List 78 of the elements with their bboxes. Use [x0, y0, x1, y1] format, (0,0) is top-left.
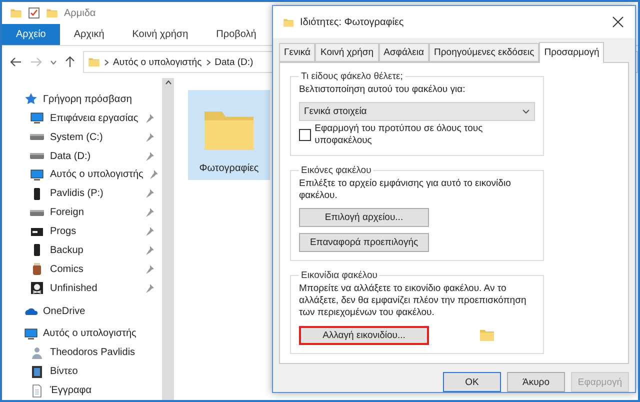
pin-icon[interactable] — [145, 132, 154, 142]
field-label: Βελτιστοποίηση αυτού του φακέλου για: — [299, 84, 466, 96]
group-title: Εικονίδια φακέλου — [300, 270, 378, 281]
monitor-icon — [24, 326, 38, 341]
pin-icon[interactable] — [145, 246, 154, 255]
ribbon-tab[interactable]: Προβολή — [202, 24, 270, 45]
properties-icon[interactable] — [28, 7, 40, 19]
sidebar-item[interactable]: Foreign — [2, 203, 162, 222]
dialog-tab[interactable]: Προσαρμογή — [539, 42, 604, 63]
pin-icon[interactable] — [145, 264, 154, 274]
breadcrumb-item[interactable]: Data (D:) — [214, 56, 254, 68]
skull-icon — [30, 281, 44, 296]
pin-icon[interactable] — [145, 152, 154, 161]
dialog-tab[interactable]: Προηγούμενες εκδόσεις — [429, 43, 540, 62]
new-folder-icon — [46, 7, 58, 19]
film-icon — [30, 364, 44, 379]
sidebar-item[interactable]: Progs — [2, 222, 162, 241]
group-title: Εικόνες φακέλου — [300, 165, 372, 176]
folder-icon — [283, 16, 294, 28]
back-icon[interactable] — [10, 57, 22, 67]
sidebar-item[interactable]: Data (D:) — [2, 146, 162, 166]
folder-icon — [10, 7, 22, 19]
scrollbar[interactable] — [162, 78, 174, 400]
description-text: Μπορείτε να αλλάξετε το εικονίδιο φακέλου. Αν το αλλάξετε, δεν θα εμφανίζει πλέον την προεπισκόπηση των περιεχομένων του φακέλου. — [299, 283, 528, 319]
dialog-tab[interactable]: Ασφάλεια — [378, 43, 430, 62]
chevron-right-icon — [206, 58, 211, 66]
ribbon-tab[interactable]: Αρχείο — [2, 24, 60, 45]
action-button[interactable]: Επαναφορά προεπιλογής — [299, 233, 429, 252]
pin-icon[interactable] — [145, 189, 154, 198]
ribbon-tab[interactable]: Κοινή χρήση — [118, 24, 202, 45]
close-button[interactable] — [611, 15, 625, 29]
dialog-button[interactable]: OK — [443, 372, 501, 392]
description-text: Επιλέξτε το αρχείο εμφάνισης για αυτό το εικονίδιο φακέλου. — [299, 178, 512, 202]
breadcrumb-item[interactable]: Αυτός ο υπολογιστής — [113, 56, 202, 68]
group-title: Τι είδους φάκελο θέλετε; — [300, 71, 404, 82]
scroll-up-icon[interactable] — [164, 80, 172, 85]
dialog-tab[interactable]: Κοινή χρήση — [315, 43, 379, 62]
pin-icon[interactable] — [145, 208, 154, 218]
pin-icon[interactable] — [145, 114, 154, 123]
forward-icon[interactable] — [30, 57, 42, 67]
jar-icon — [30, 262, 44, 276]
pin-icon[interactable] — [145, 227, 154, 236]
dialog-button[interactable]: Άκυρο — [507, 372, 565, 392]
sidebar-item[interactable]: Unfinished — [2, 278, 162, 298]
dialog-tab[interactable]: Γενικά — [279, 43, 316, 62]
pin-icon[interactable] — [145, 284, 154, 293]
change-icon-button[interactable]: Αλλαγή εικονιδίου... — [299, 326, 429, 344]
sidebar-item[interactable]: Γρήγορη πρόσβαση — [2, 90, 162, 109]
dropdown[interactable]: Γενικά στοιχεία — [299, 102, 535, 121]
ribbon-tab[interactable]: Αρχική — [60, 24, 118, 45]
document-icon — [30, 384, 44, 398]
sidebar-item[interactable]: Αυτός ο υπολογιστής — [2, 324, 162, 344]
pin-icon[interactable] — [149, 170, 158, 180]
sidebar-item[interactable]: Pavlidis (P:) — [2, 184, 162, 204]
checkbox-label[interactable]: Εφαρμογή του προτύπου σε όλους τους υποφακέλους — [314, 123, 535, 147]
checkbox[interactable] — [299, 129, 311, 141]
sidebar-item[interactable]: Backup — [2, 241, 162, 260]
monitor-icon — [30, 168, 44, 182]
monitor-icon — [30, 111, 44, 126]
chevron-down-icon[interactable] — [50, 60, 57, 64]
sidebar-item[interactable]: Comics — [2, 260, 162, 279]
sidebar-item[interactable]: Έγγραφα — [2, 381, 162, 400]
person-icon — [30, 346, 44, 360]
folder-icon — [88, 56, 100, 68]
sidebar-item[interactable]: Επιφάνεια εργασίας — [2, 108, 162, 128]
up-icon[interactable] — [65, 56, 75, 68]
sidebar-item[interactable]: OneDrive — [2, 302, 162, 320]
star-icon — [24, 92, 38, 106]
sidebar-item[interactable]: System (C:) — [2, 128, 162, 147]
dialog-title: Ιδιότητες: Φωτογραφίες — [300, 16, 405, 28]
sidebar-item[interactable]: Theodoros Pavlidis — [2, 343, 162, 362]
window-title: Αρμιδα — [64, 8, 96, 18]
folder-tile[interactable]: Φωτογραφίες — [188, 90, 270, 180]
action-button[interactable]: Επιλογή αρχείου... — [299, 208, 429, 227]
sidebar-item[interactable]: Βίντεο — [2, 362, 162, 382]
sidebar-item[interactable]: Αυτός ο υπολογιστής — [2, 166, 162, 184]
chevron-right-icon — [104, 58, 109, 66]
chevron-down-icon — [522, 109, 530, 114]
